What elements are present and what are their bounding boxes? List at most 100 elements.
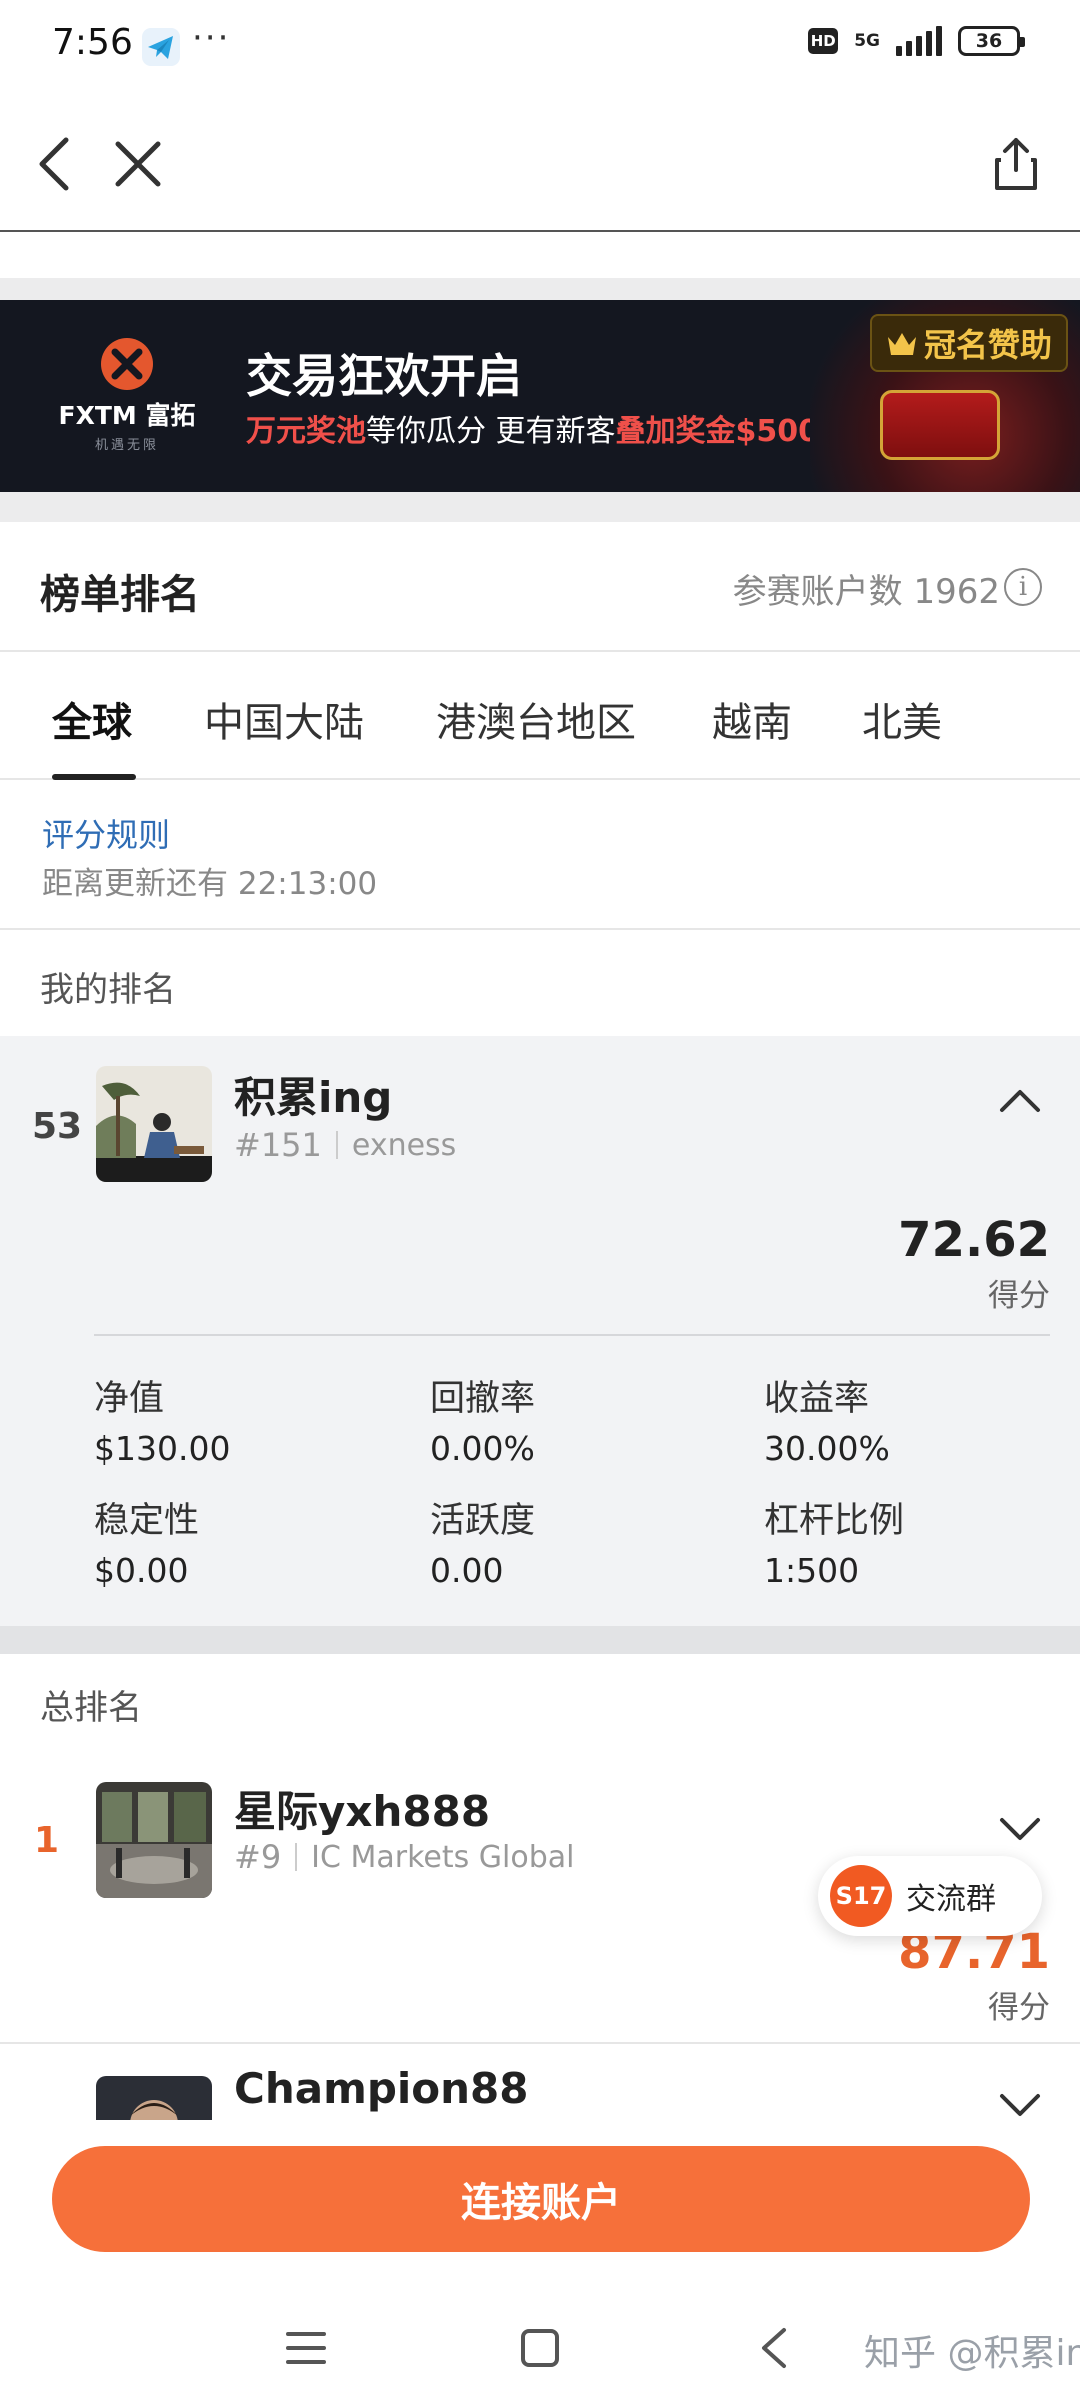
update-countdown: 距离更新还有 22:13:00 (42, 866, 378, 902)
banner-highlight-1: 万元奖池 (246, 414, 366, 449)
community-group-button[interactable]: S17 交流群 (818, 1856, 1042, 1936)
stat-leverage: 杠杆比例 1:500 (764, 1492, 904, 1590)
hd-icon: HD (808, 28, 839, 54)
menu-icon (286, 2332, 326, 2364)
status-bar: 7:56 ··· HD 5G 36 (0, 0, 1080, 96)
crown-icon (887, 333, 916, 355)
close-icon (115, 141, 161, 187)
chevron-up-icon[interactable] (996, 1078, 1044, 1126)
stat-net-value: 净值 $130.00 (94, 1370, 230, 1468)
group-badge-icon: S17 (830, 1865, 892, 1927)
avatar (96, 2076, 212, 2120)
scoring-rules-link[interactable]: 评分规则 (42, 810, 170, 856)
stat-activity: 活跃度 0.00 (430, 1492, 535, 1590)
broker: IC Markets Global (311, 1839, 575, 1875)
more-notifications-icon: ··· (192, 18, 231, 58)
stat-value: 30.00% (764, 1429, 890, 1468)
status-indicators: HD 5G 36 (808, 26, 1025, 56)
my-rank-card[interactable]: 53 积累ing #151 exness 72.62 得分 净值 $130.00 … (0, 1036, 1080, 1626)
rank-number: 1 (34, 1820, 60, 1861)
leaderboard-title: 榜单排名 (40, 572, 200, 618)
stat-stability: 稳定性 $0.00 (94, 1492, 199, 1590)
stat-label: 活跃度 (430, 1501, 536, 1541)
stat-value: 0.00% (430, 1429, 535, 1468)
stat-value: 0.00 (430, 1551, 504, 1590)
fxtm-logo-icon (101, 338, 153, 390)
watermark: 知乎 @积累ing (864, 2333, 1080, 2374)
scroll-decoration (880, 390, 1000, 460)
user-name: 星际yxh888 (234, 1787, 491, 1836)
card-divider (94, 1334, 1050, 1336)
logo-tagline: 机遇无限 (94, 438, 159, 453)
chevron-down-icon[interactable] (996, 2080, 1044, 2120)
banner-highlight-2: 叠加奖金$500 (615, 414, 820, 449)
user-name: Champion88 (234, 2064, 529, 2113)
banner-sub-text: 等你瓜分 更有新客 (366, 414, 616, 449)
back-triangle-icon (762, 2328, 786, 2368)
stat-value: $130.00 (94, 1429, 231, 1468)
share-button[interactable] (980, 128, 1052, 200)
tab-north-america[interactable]: 北美 (862, 690, 942, 748)
avatar (96, 1782, 212, 1898)
stat-return-rate: 收益率 30.00% (764, 1370, 890, 1468)
stat-label: 杠杆比例 (764, 1501, 905, 1541)
top-nav-bar (0, 96, 1080, 232)
bottom-bar: 连接账户 知乎 @积累ing (0, 2120, 1080, 2400)
logo-text: FXTM 富拓 (58, 401, 196, 430)
stat-label: 收益率 (764, 1379, 870, 1419)
sponsor-badge-label: 冠名赞助 (923, 326, 1052, 364)
tab-global[interactable]: 全球 (52, 690, 132, 748)
home-nav-button[interactable] (508, 2316, 572, 2380)
divider (0, 2042, 1080, 2044)
telegram-icon (142, 28, 180, 66)
connect-account-button[interactable]: 连接账户 (52, 2146, 1030, 2252)
section-gap (0, 278, 1080, 300)
region-tabs: 全球 中国大陆 港澳台地区 越南 北美 (0, 652, 1080, 780)
tab-mainland-china[interactable]: 中国大陆 (204, 690, 364, 748)
leaderboard-header: 榜单排名 参赛账户数 1962 i (0, 522, 1080, 652)
active-tab-indicator (52, 774, 136, 780)
my-rank-section-title: 我的排名 (40, 970, 176, 1010)
user-meta: #9 IC Markets Global (234, 1838, 575, 1876)
group-label: 交流群 (906, 1882, 996, 1917)
my-score: 72.62 (898, 1212, 1050, 1268)
share-icon (995, 138, 1037, 190)
avatar (96, 1066, 212, 1182)
participant-count: 参赛账户数 1962 (732, 572, 1000, 612)
banner-title: 交易狂欢开启 (246, 349, 522, 403)
table-row[interactable]: Champion88 (0, 2046, 1080, 2120)
section-gap (0, 492, 1080, 522)
separator (295, 1843, 298, 1871)
banner-subtitle: 万元奖池等你瓜分 更有新客叠加奖金$500 (246, 406, 819, 450)
tab-hk-macau-taiwan[interactable]: 港澳台地区 (436, 690, 636, 748)
fxtm-logo: FXTM 富拓 机遇无限 (52, 338, 202, 453)
back-button[interactable] (18, 128, 90, 200)
chevron-left-icon (39, 137, 69, 191)
stat-value: $0.00 (94, 1551, 189, 1590)
stat-label: 稳定性 (94, 1501, 200, 1541)
close-button[interactable] (102, 128, 174, 200)
network-type: 5G (854, 31, 880, 51)
tab-vietnam[interactable]: 越南 (712, 690, 792, 748)
stat-label: 回撤率 (430, 1379, 536, 1419)
home-square-icon (521, 2329, 559, 2367)
menu-nav-button[interactable] (274, 2316, 338, 2380)
my-score-label: 得分 (988, 1278, 1050, 1314)
my-rank-number: 53 (32, 1106, 83, 1147)
stat-value: 1:500 (764, 1551, 860, 1590)
info-icon[interactable]: i (1004, 568, 1042, 606)
separator (335, 1131, 338, 1159)
battery-level: 36 (975, 30, 1003, 52)
stat-label: 净值 (94, 1379, 165, 1419)
promo-banner[interactable]: FXTM 富拓 机遇无限 交易狂欢开启 万元奖池等你瓜分 更有新客叠加奖金$50… (0, 300, 1080, 492)
account-id: #9 (234, 1838, 282, 1876)
signal-icon (896, 26, 942, 56)
my-user-meta: #151 exness (234, 1126, 456, 1164)
score-label: 得分 (988, 1990, 1050, 2026)
sponsor-badge: 冠名赞助 (869, 314, 1068, 372)
total-rank-section-title: 总排名 (40, 1688, 142, 1728)
chevron-down-icon[interactable] (996, 1804, 1044, 1852)
my-user-name: 积累ing (234, 1073, 393, 1122)
back-nav-button[interactable] (742, 2316, 806, 2380)
my-account-id: #151 (234, 1126, 322, 1164)
